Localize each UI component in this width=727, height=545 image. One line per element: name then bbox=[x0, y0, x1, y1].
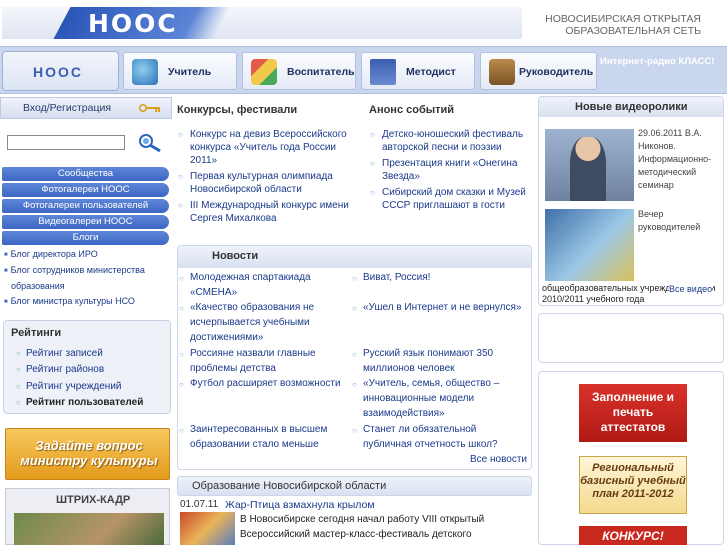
banners-panel: Заполнение и печать аттестатов Региональ… bbox=[538, 371, 724, 545]
nav-methodist-button[interactable]: Методист bbox=[361, 52, 475, 90]
globe-icon bbox=[132, 59, 158, 85]
videos-header: Новые видеоролики bbox=[539, 97, 723, 117]
blog-ito-director[interactable]: Блог директора ИРО bbox=[4, 246, 169, 263]
contests-title: Конкурсы, фестивали bbox=[177, 104, 298, 116]
strih-kadr-panel: ШТРИХ-КАДР bbox=[5, 488, 170, 545]
contest-item[interactable]: III Международный конкурс имени Сергея М… bbox=[178, 199, 365, 225]
blog-ministry-staff-cont[interactable]: образования bbox=[11, 278, 65, 294]
sidebar-blogs[interactable]: Блоги bbox=[2, 231, 169, 245]
education-title: Образование Новосибирской области bbox=[192, 480, 387, 492]
empty-widget bbox=[538, 313, 724, 363]
sidebar-photo-gallery-noos[interactable]: Фотогалереи НООС bbox=[2, 183, 169, 197]
news-item[interactable]: «Учитель, семья, общество – инновационны… bbox=[352, 376, 523, 421]
rating-posts[interactable]: Рейтинг записей bbox=[16, 348, 103, 359]
news-header: Новости bbox=[178, 246, 531, 268]
video-thumbnail[interactable] bbox=[545, 209, 634, 281]
nav-teacher-button[interactable]: Учитель bbox=[123, 52, 237, 90]
education-date: 01.07.11 bbox=[180, 499, 219, 510]
news-item[interactable]: «Качество образования не исчерпывается у… bbox=[179, 300, 350, 345]
nav-home-label: НООС bbox=[33, 64, 83, 80]
video-caption[interactable]: Вечер руководителей bbox=[638, 208, 722, 234]
site-logo[interactable]: НООС bbox=[88, 9, 178, 38]
abc-blocks-icon bbox=[251, 59, 277, 85]
top-navigation: НООС Учитель Воспитатель Методист Руково… bbox=[0, 46, 727, 94]
book-icon bbox=[370, 59, 396, 85]
sidebar-video-gallery-noos[interactable]: Видеогалереи НООС bbox=[2, 215, 169, 229]
event-item[interactable]: Детско-юношеский фестиваль авторской пес… bbox=[370, 128, 542, 154]
network-name-line2: ОБРАЗОВАТЕЛЬНАЯ СЕТЬ bbox=[565, 25, 701, 37]
news-item[interactable]: Россияне назвали главные проблемы детств… bbox=[179, 346, 350, 376]
education-header: Образование Новосибирской области bbox=[177, 476, 532, 496]
video-caption[interactable]: 29.06.2011 В.А. Никонов. Информационно-м… bbox=[638, 127, 722, 192]
nav-director-label: Руководитель bbox=[519, 66, 594, 78]
attestats-banner[interactable]: Заполнение и печать аттестатов bbox=[579, 384, 687, 442]
education-headline[interactable]: Жар-Птица взмахнула крылом bbox=[225, 499, 375, 511]
strih-kadr-photo[interactable] bbox=[14, 513, 164, 545]
nav-teacher-label: Учитель bbox=[168, 66, 212, 78]
login-register-button[interactable]: Вход/Регистрация bbox=[0, 97, 172, 119]
news-item[interactable]: Русский язык понимают 350 миллионов чело… bbox=[352, 346, 523, 376]
event-item[interactable]: Презентация книги «Онегина Звезда» bbox=[370, 157, 532, 183]
study-plan-banner[interactable]: Региональный базисный учебный план 2011-… bbox=[579, 456, 687, 514]
rating-users[interactable]: Рейтинг пользователей bbox=[16, 397, 143, 408]
ratings-title: Рейтинги bbox=[11, 327, 62, 339]
ratings-panel: Рейтинги Рейтинг записей Рейтинг районов… bbox=[3, 320, 171, 414]
education-thumbnail[interactable] bbox=[180, 512, 235, 545]
news-item[interactable]: Виват, Россия! bbox=[352, 270, 523, 286]
news-item[interactable]: Молодежная спартакиада «СМЕНА» bbox=[179, 270, 350, 300]
contest-banner[interactable]: КОНКУРС! bbox=[579, 526, 687, 545]
news-title: Новости bbox=[212, 250, 259, 262]
minister-banner-text: Задайте вопрос министру культуры bbox=[20, 438, 158, 468]
news-item[interactable]: Станет ли обязательной публичная отчетно… bbox=[352, 422, 523, 452]
event-item[interactable]: Сибирский дом сказки и Музей СССР пригла… bbox=[370, 186, 537, 212]
new-videos-panel: Новые видеоролики 29.06.2011 В.А. Никоно… bbox=[538, 96, 724, 306]
video-thumbnail[interactable] bbox=[545, 129, 634, 201]
news-item[interactable]: «Ушел в Интернет и не вернулся» bbox=[352, 300, 523, 316]
network-name-line1: НОВОСИБИРСКАЯ ОТКРЫТАЯ bbox=[545, 13, 701, 25]
internet-radio-link[interactable]: Интернет-радио КЛАСС! bbox=[600, 56, 714, 67]
rating-institutions[interactable]: Рейтинг учреждений bbox=[16, 381, 121, 392]
news-item[interactable]: Футбол расширяет возможности bbox=[179, 376, 360, 392]
site-header: НООС НОВОСИБИРСКАЯ ОТКРЫТАЯ ОБРАЗОВАТЕЛЬ… bbox=[0, 0, 727, 44]
ask-culture-minister-banner[interactable]: Задайте вопрос министру культуры bbox=[5, 428, 170, 480]
blog-culture-minister[interactable]: Блог министра культуры НСО bbox=[4, 293, 169, 310]
search-icon[interactable] bbox=[134, 131, 164, 153]
briefcase-icon bbox=[489, 59, 515, 85]
sidebar-communities[interactable]: Сообщества bbox=[2, 167, 169, 181]
rating-districts[interactable]: Рейтинг районов bbox=[16, 364, 104, 375]
nav-director-button[interactable]: Руководитель bbox=[480, 52, 597, 90]
news-item[interactable]: Заинтересованных в высшем образовании ст… bbox=[179, 422, 350, 452]
contest-item[interactable]: Первая культурная олимпиада Новосибирско… bbox=[178, 170, 355, 196]
nav-educator-button[interactable]: Воспитатель bbox=[242, 52, 356, 90]
all-videos-link[interactable]: Все видео bbox=[669, 284, 713, 294]
key-icon bbox=[139, 104, 160, 112]
all-news-link[interactable]: Все новости bbox=[470, 454, 527, 465]
login-label: Вход/Регистрация bbox=[23, 102, 112, 114]
sidebar-photo-gallery-users[interactable]: Фотогалереи пользователей bbox=[2, 199, 169, 213]
speaker-figure bbox=[570, 137, 606, 201]
videos-title: Новые видеоролики bbox=[575, 101, 688, 113]
education-text: В Новосибирске сегодня начал работу VIII… bbox=[240, 514, 485, 540]
news-panel: Новости Молодежная спартакиада «СМЕНА» «… bbox=[177, 245, 532, 470]
network-name: НОВОСИБИРСКАЯ ОТКРЫТАЯ ОБРАЗОВАТЕЛЬНАЯ С… bbox=[545, 13, 701, 37]
events-title: Анонс событий bbox=[369, 104, 455, 116]
blog-ministry-staff[interactable]: Блог сотрудников министерства bbox=[4, 262, 169, 279]
nav-methodist-label: Методист bbox=[406, 66, 456, 78]
search-input[interactable] bbox=[7, 135, 125, 150]
contest-item[interactable]: Конкурс на девиз Всероссийского конкурса… bbox=[178, 128, 365, 167]
nav-home-button[interactable]: НООС bbox=[2, 51, 119, 91]
nav-educator-label: Воспитатель bbox=[287, 66, 355, 78]
strih-kadr-title: ШТРИХ-КАДР bbox=[56, 494, 131, 506]
